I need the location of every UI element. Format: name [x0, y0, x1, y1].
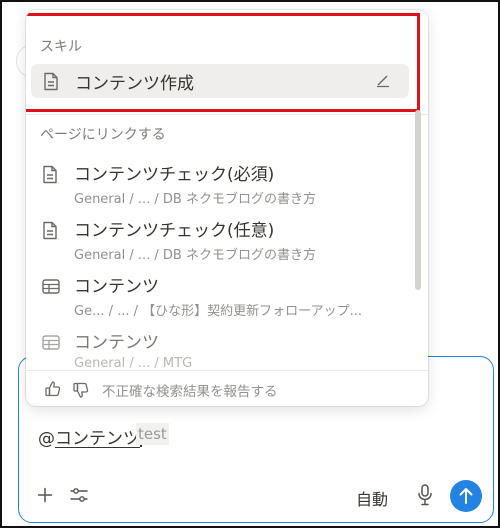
item-path: Ge... / ... / 【ひな形】契約更新フォローアップ...	[74, 304, 363, 319]
at-symbol: @	[38, 429, 55, 449]
document-icon	[42, 221, 58, 244]
plus-icon[interactable]	[37, 487, 53, 507]
list-item[interactable]: コンテンツ Ge... / ... / 【ひな形】契約更新フォローアップ...	[26, 268, 416, 324]
item-path: General / ... / MTG	[74, 356, 193, 371]
ghost-placeholder-text: test	[136, 423, 169, 445]
table-icon	[42, 335, 60, 354]
thumbs-down-icon[interactable]	[72, 381, 90, 403]
item-title: コンテンツチェック(必須)	[74, 165, 275, 185]
list-item[interactable]: コンテンツチェック(必須) General / ... / DB ネクモブログの…	[26, 156, 416, 212]
list-item[interactable]: コンテンツ General / ... / MTG	[26, 324, 416, 380]
item-title: コンテンツ	[74, 333, 159, 353]
popup-scrollbar[interactable]	[415, 110, 421, 290]
sliders-icon[interactable]	[70, 487, 88, 507]
report-label: 不正確な検索結果を報告する	[102, 384, 278, 400]
mode-selector[interactable]: 自動	[356, 486, 388, 510]
document-icon	[42, 165, 58, 188]
list-item[interactable]: コンテンツチェック(任意) General / ... / DB ネクモブログの…	[26, 212, 416, 268]
item-title: コンテンツ	[74, 277, 159, 297]
item-path: General / ... / DB ネクモブログの書き方	[74, 248, 316, 263]
item-title: コンテンツチェック(任意)	[74, 221, 275, 241]
microphone-icon[interactable]	[417, 484, 433, 510]
mention-query: コンテンツ	[55, 429, 140, 449]
mention-suggestion-popup: スキル コンテンツ作成 ページにリンクする コンテンツチェック(必須) Gene…	[26, 10, 428, 406]
table-icon	[42, 279, 60, 298]
thumbs-up-icon[interactable]	[44, 380, 62, 402]
item-path: General / ... / DB ネクモブログの書き方	[74, 192, 316, 207]
footer-divider	[26, 370, 428, 371]
mention-input[interactable]: @コンテンツ	[38, 424, 143, 449]
send-button[interactable]	[450, 480, 482, 512]
section-divider	[26, 114, 428, 115]
highlight-annotation-box	[26, 13, 420, 112]
link-section-title: ページにリンクする	[40, 127, 166, 143]
